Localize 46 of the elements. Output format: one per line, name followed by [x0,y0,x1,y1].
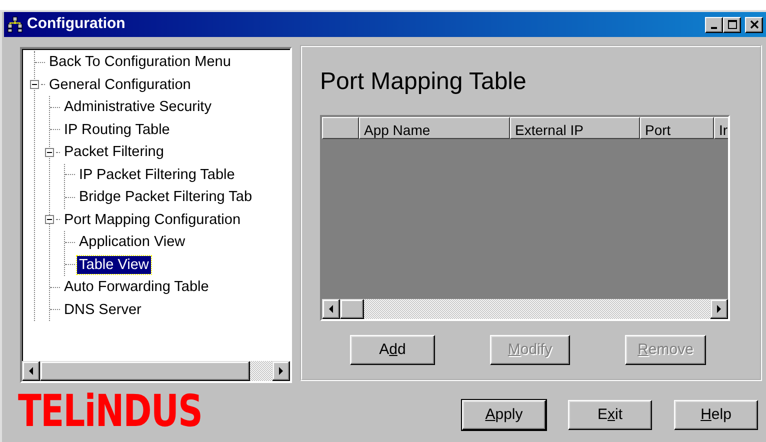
right-arrow-icon [278,367,284,375]
column-header[interactable]: Ir [714,117,728,139]
tree-item[interactable]: Port Mapping Configuration [62,210,243,229]
window-title: Configuration [27,14,126,34]
column-header[interactable]: Port [640,117,714,139]
tree-item[interactable]: Table View [77,256,151,274]
scroll-left-button[interactable] [22,361,40,381]
minimize-icon [711,27,717,29]
scroll-left-button[interactable] [322,299,340,319]
add-button[interactable]: Add [350,335,435,365]
row-header [322,117,359,139]
help-button[interactable]: Help [674,400,758,430]
tree-item[interactable]: Application View [77,233,188,252]
collapse-icon[interactable] [45,148,54,157]
panel-title: Port Mapping Table [320,67,528,97]
scroll-right-button[interactable] [710,299,728,319]
scroll-thumb[interactable] [340,299,364,319]
maximize-button[interactable] [723,16,741,32]
exit-button[interactable]: Exit [568,400,652,430]
scrollbar[interactable] [322,299,728,319]
collapse-icon[interactable] [45,215,54,224]
maximize-icon [728,20,736,29]
scrollbar[interactable] [22,361,290,381]
tree-item[interactable]: Packet Filtering [62,143,166,162]
minimize-button[interactable] [705,16,723,32]
tree-item[interactable]: Back To Configuration Menu [47,53,233,72]
tree-item[interactable]: IP Routing Table [62,120,172,139]
tree-item[interactable]: IP Packet Filtering Table [77,166,237,184]
left-arrow-icon [28,367,34,375]
collapse-icon[interactable] [30,80,39,90]
left-arrow-icon [328,305,334,313]
tree-item[interactable]: Bridge Packet Filtering Tab [77,188,254,206]
scroll-right-button[interactable] [272,361,290,381]
close-button[interactable] [745,16,763,32]
tree-item[interactable]: Auto Forwarding Table [62,278,211,296]
tree-item[interactable]: General Configuration [47,76,193,94]
network-icon [7,16,23,33]
tree-item[interactable]: DNS Server [62,300,144,319]
apply-button[interactable]: Apply [462,400,546,430]
column-header[interactable]: External IP [510,117,640,139]
logo: TELiNDUS [18,389,202,435]
close-icon [750,20,758,29]
tree-item[interactable]: Administrative Security [62,98,214,116]
right-arrow-icon [716,305,722,313]
scroll-thumb[interactable] [40,361,250,381]
column-header[interactable]: App Name [359,117,510,139]
